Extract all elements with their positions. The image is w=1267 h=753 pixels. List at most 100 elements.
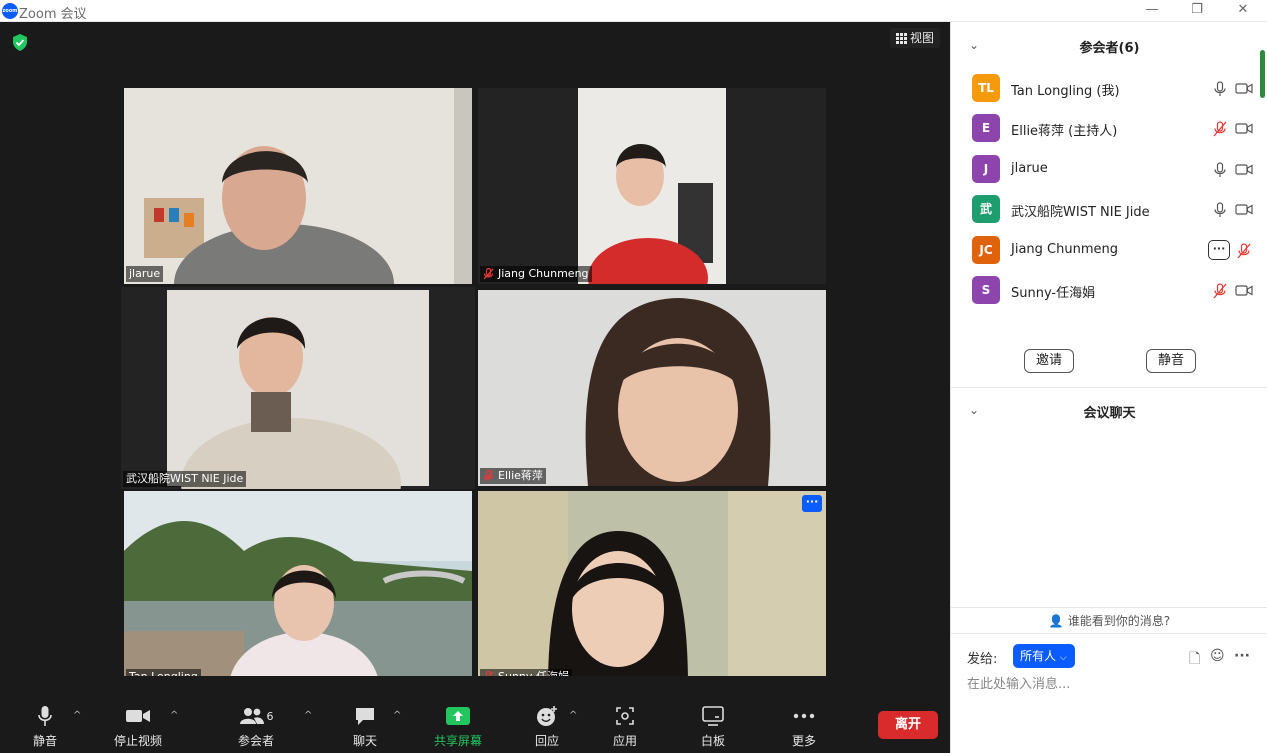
- view-button[interactable]: 视图: [890, 28, 941, 48]
- muted-mic-icon[interactable]: [1237, 243, 1251, 259]
- microphone-icon[interactable]: [1213, 202, 1227, 218]
- participant-row[interactable]: JC Jiang Chunmeng ···: [951, 236, 1267, 266]
- video-off-icon[interactable]: [1235, 122, 1253, 135]
- invite-button[interactable]: 邀请: [1024, 349, 1074, 373]
- video-feed: [121, 287, 475, 489]
- video-feed: [478, 290, 826, 486]
- whiteboard-icon: [702, 706, 724, 726]
- participants-button[interactable]: 6 参会者: [230, 704, 282, 749]
- participants-options-chevron-icon[interactable]: ^: [304, 710, 312, 721]
- muted-mic-icon: [483, 470, 494, 482]
- video-feed: [124, 491, 472, 687]
- avatar: J: [972, 155, 1000, 183]
- mute-label: 静音: [32, 734, 57, 748]
- video-tile-sunny[interactable]: ··· Sunny-任海娟: [478, 491, 826, 687]
- send-to-value: 所有人: [1020, 649, 1057, 663]
- participant-name: 武汉船院WIST NIE Jide: [126, 472, 244, 485]
- emoji-icon[interactable]: ☺: [1210, 648, 1225, 664]
- participant-row[interactable]: E Ellie蒋萍 (主持人): [951, 114, 1267, 144]
- video-options-chevron-icon[interactable]: ^: [170, 710, 178, 721]
- microphone-icon[interactable]: [1213, 162, 1227, 178]
- leave-button[interactable]: 离开: [878, 711, 938, 739]
- tile-more-button[interactable]: ···: [802, 495, 822, 512]
- muted-mic-icon[interactable]: [1213, 121, 1227, 137]
- participant-more-button[interactable]: ···: [1208, 240, 1230, 260]
- meeting-stage: 视图 jlarue Jiang Chunmeng 武汉船院WIST NIE Ji…: [0, 22, 950, 753]
- chat-message-input[interactable]: [967, 673, 1257, 695]
- chat-button[interactable]: 聊天: [345, 704, 385, 749]
- send-to-select[interactable]: 所有人 ⌵: [1013, 644, 1075, 668]
- more-button[interactable]: 更多: [784, 704, 824, 749]
- tile-name-label: Jiang Chunmeng: [480, 266, 592, 282]
- reactions-button[interactable]: 回应: [527, 704, 567, 749]
- muted-mic-icon: [483, 268, 494, 280]
- participants-label: 参会者: [237, 734, 274, 748]
- video-feed: [124, 88, 472, 284]
- video-tile-tan-longling[interactable]: Tan Longling: [124, 491, 472, 687]
- avatar: 武: [972, 195, 1000, 223]
- video-off-icon[interactable]: [1235, 163, 1253, 176]
- participant-name: jlarue: [1011, 161, 1048, 176]
- mute-button[interactable]: 静音: [25, 704, 65, 749]
- participant-name: Tan Longling (我): [1011, 84, 1120, 99]
- participant-name: Sunny-任海娟: [1011, 286, 1096, 301]
- whiteboard-button[interactable]: 白板: [693, 704, 733, 749]
- participant-name: Ellie蒋萍: [498, 469, 543, 482]
- more-label: 更多: [791, 734, 816, 748]
- participants-panel-title: 参会者(6): [1079, 41, 1140, 56]
- video-off-icon[interactable]: [1235, 284, 1253, 297]
- muted-mic-icon[interactable]: [1213, 283, 1227, 299]
- panel-divider: [951, 387, 1267, 388]
- reactions-options-chevron-icon[interactable]: ^: [569, 710, 577, 721]
- apps-icon: [616, 707, 634, 725]
- share-screen-label: 共享屏幕: [433, 734, 482, 748]
- video-tile-jiang-chunmeng[interactable]: Jiang Chunmeng: [478, 88, 826, 284]
- chat-panel-title: 会议聊天: [1083, 406, 1136, 421]
- avatar: JC: [972, 236, 1000, 264]
- participant-name: jlarue: [129, 267, 161, 280]
- video-off-icon[interactable]: [1235, 82, 1253, 95]
- chat-more-icon[interactable]: ···: [1234, 648, 1250, 664]
- restore-button[interactable]: ❐: [1174, 0, 1220, 22]
- microphone-icon[interactable]: [1213, 81, 1227, 97]
- minimize-button[interactable]: —: [1129, 0, 1175, 22]
- video-tile-wist-nie-jide[interactable]: 武汉船院WIST NIE Jide: [121, 287, 475, 489]
- video-off-icon[interactable]: [1235, 203, 1253, 216]
- avatar: TL: [972, 74, 1000, 102]
- participant-name: 武汉船院WIST NIE Jide: [1011, 205, 1150, 220]
- file-icon[interactable]: 🗋: [1189, 648, 1200, 672]
- reaction-emoji-icon: [537, 706, 557, 726]
- view-label: 视图: [910, 31, 935, 45]
- tile-name-label: 武汉船院WIST NIE Jide: [123, 471, 247, 487]
- participant-row[interactable]: TL Tan Longling (我): [951, 74, 1267, 104]
- participant-row[interactable]: 武 武汉船院WIST NIE Jide: [951, 195, 1267, 225]
- participant-row[interactable]: J jlarue: [951, 155, 1267, 185]
- title-bar: zoom Zoom 会议 — ❐ ✕: [0, 0, 1267, 22]
- send-to-label: 发给:: [967, 652, 998, 667]
- avatar: E: [972, 114, 1000, 142]
- mute-all-button[interactable]: 静音: [1146, 349, 1196, 373]
- whiteboard-label: 白板: [700, 734, 725, 748]
- chevron-down-icon: ⌵: [1059, 653, 1067, 663]
- grid-view-icon: [896, 32, 907, 44]
- zoom-logo-icon: zoom: [2, 3, 18, 19]
- video-camera-icon: [126, 710, 150, 722]
- who-can-see-link[interactable]: 👤 谁能看到你的消息?: [951, 612, 1267, 629]
- stop-video-label: 停止视频: [113, 734, 162, 748]
- close-button[interactable]: ✕: [1220, 0, 1266, 22]
- video-tile-jlarue[interactable]: jlarue: [124, 88, 472, 284]
- audio-options-chevron-icon[interactable]: ^: [73, 710, 81, 721]
- stop-video-button[interactable]: 停止视频: [108, 704, 168, 749]
- window-title: Zoom 会议: [19, 7, 87, 22]
- tile-name-label: Ellie蒋萍: [480, 468, 546, 484]
- apps-button[interactable]: 应用: [605, 704, 645, 749]
- chat-divider: [951, 633, 1267, 634]
- share-screen-button[interactable]: 共享屏幕: [430, 704, 486, 749]
- chat-options-chevron-icon[interactable]: ^: [393, 710, 401, 721]
- tile-name-label: jlarue: [126, 266, 164, 282]
- participant-row[interactable]: S Sunny-任海娟: [951, 276, 1267, 306]
- participant-name: Jiang Chunmeng: [498, 267, 589, 280]
- encryption-shield-icon[interactable]: [12, 34, 28, 51]
- microphone-icon: [38, 706, 52, 726]
- video-tile-ellie[interactable]: Ellie蒋萍: [478, 290, 826, 486]
